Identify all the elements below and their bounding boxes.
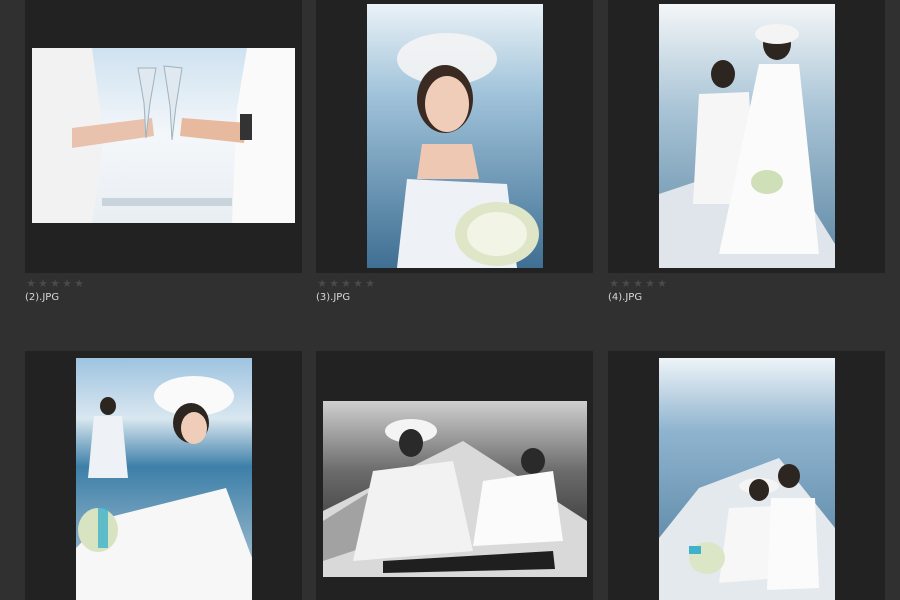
- star-icon[interactable]: ★: [352, 278, 364, 290]
- thumbnail-filename: (4).JPG: [608, 292, 643, 303]
- thumbnail-card[interactable]: [316, 351, 593, 600]
- thumbnail-card[interactable]: [25, 0, 302, 273]
- star-icon[interactable]: ★: [61, 278, 73, 290]
- thumbnail-card[interactable]: [25, 351, 302, 600]
- thumbnail-card[interactable]: [608, 0, 885, 273]
- thumbnail-meta: ★ ★ ★ ★ ★ (2).JPG: [25, 278, 302, 306]
- toast-with-champagne-glasses-photo: [32, 48, 295, 223]
- rating-stars[interactable]: ★ ★ ★ ★ ★: [316, 278, 376, 290]
- couple-sitting-on-yacht-photo: [659, 358, 835, 600]
- thumbnail-cell[interactable]: ★ ★ ★ ★ ★ (2).JPG: [25, 0, 302, 303]
- thumbnail-card[interactable]: [316, 0, 593, 273]
- thumbnail-meta: ★ ★ ★ ★ ★ (3).JPG: [316, 278, 593, 306]
- star-icon[interactable]: ★: [25, 278, 37, 290]
- star-icon[interactable]: ★: [656, 278, 668, 290]
- star-icon[interactable]: ★: [620, 278, 632, 290]
- thumbnail-meta: ★ ★ ★ ★ ★ (4).JPG: [608, 278, 885, 306]
- thumbnail-filename: (2).JPG: [25, 292, 60, 303]
- star-icon[interactable]: ★: [340, 278, 352, 290]
- star-icon[interactable]: ★: [632, 278, 644, 290]
- star-icon[interactable]: ★: [73, 278, 85, 290]
- star-icon[interactable]: ★: [328, 278, 340, 290]
- star-icon[interactable]: ★: [49, 278, 61, 290]
- thumbnail-cell[interactable]: ★ ★ ★ ★ ★ (4).JPG: [608, 0, 885, 303]
- bride-with-bouquet-portrait-photo: [367, 4, 543, 268]
- star-icon[interactable]: ★: [364, 278, 376, 290]
- black-and-white-couple-on-deck-photo: [323, 401, 587, 577]
- thumbnail-cell[interactable]: [316, 351, 593, 600]
- star-icon[interactable]: ★: [37, 278, 49, 290]
- bride-in-hat-seated-photo: [76, 358, 252, 600]
- star-icon[interactable]: ★: [608, 278, 620, 290]
- rating-stars[interactable]: ★ ★ ★ ★ ★: [608, 278, 668, 290]
- star-icon[interactable]: ★: [316, 278, 328, 290]
- couple-on-boat-bow-photo: [659, 4, 835, 268]
- thumbnail-filename: (3).JPG: [316, 292, 351, 303]
- thumbnail-cell[interactable]: ★ ★ ★ ★ ★ (3).JPG: [316, 0, 593, 303]
- star-icon[interactable]: ★: [644, 278, 656, 290]
- thumbnail-cell[interactable]: [25, 351, 302, 600]
- thumbnail-cell[interactable]: [608, 351, 885, 600]
- rating-stars[interactable]: ★ ★ ★ ★ ★: [25, 278, 85, 290]
- thumbnail-card[interactable]: [608, 351, 885, 600]
